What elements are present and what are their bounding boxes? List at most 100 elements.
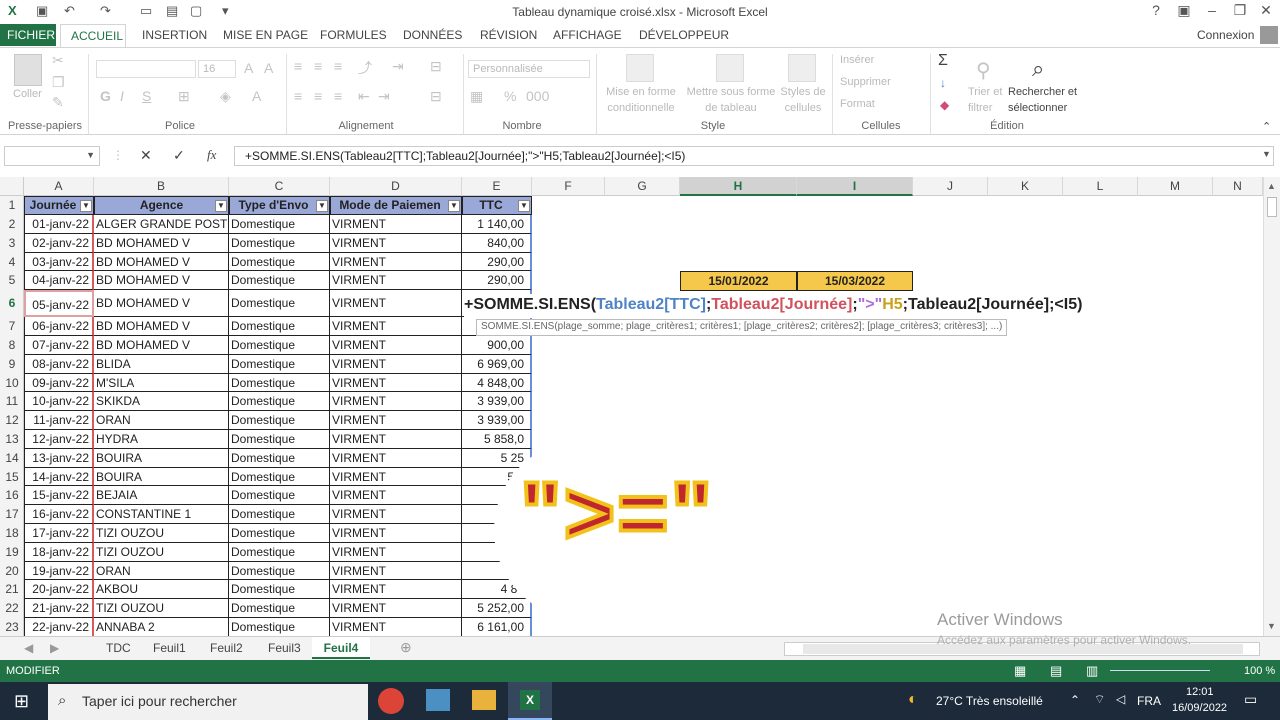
col-header-m[interactable]: M [1138,177,1213,196]
table-cell[interactable]: 08-janv-22 [24,354,94,374]
bold-icon[interactable]: G [100,88,111,104]
number-format-select[interactable]: Personnalisée [468,60,590,78]
help-icon[interactable]: ? [1144,2,1168,18]
orientation-icon[interactable]: ⤴ [358,58,372,78]
page-layout-icon[interactable]: ▤ [1050,663,1062,679]
excel-taskbar-icon[interactable]: X [520,690,540,710]
align-bottom-icon[interactable]: ≡ [334,58,342,74]
row-header[interactable]: 1 [0,198,24,212]
align-center-icon[interactable]: ≡ [314,88,322,104]
table-cell[interactable]: VIRMENT [330,561,462,581]
table-cell[interactable]: Domestique [229,430,330,449]
table-header-mode[interactable]: Mode de Paiemen ▼ [330,196,462,215]
table-cell[interactable]: VIRMENT [330,336,462,355]
table-cell[interactable]: BD MOHAMED V [94,336,229,355]
close-icon[interactable]: ✕ [1254,2,1278,19]
volume-icon[interactable]: ◁ [1116,692,1125,706]
row-header[interactable]: 11 [0,394,24,408]
tray-expand-icon[interactable]: ⌃ [1070,693,1080,707]
tab-fichier[interactable]: FICHIER [0,24,56,46]
row-header[interactable]: 20 [0,564,24,578]
align-left-icon[interactable]: ≡ [294,88,302,104]
table-cell[interactable]: 11-janv-22 [24,411,94,430]
weather-text[interactable]: 27°C Très ensoleillé [936,694,1043,708]
row-header[interactable]: 17 [0,507,24,521]
table-cell[interactable]: Domestique [229,580,330,600]
zoom-level[interactable]: 100 % [1244,665,1275,677]
table-cell[interactable]: 07-janv-22 [24,336,94,355]
tab-revision[interactable]: RÉVISION [480,28,537,42]
conditional-format-icon[interactable] [626,54,654,82]
clear-icon[interactable]: ◆ [940,98,949,112]
table-cell[interactable]: Domestique [229,252,330,272]
cell-styles-label-1[interactable]: Styles de [778,86,828,98]
filter-dropdown-icon[interactable]: ▼ [80,200,92,212]
page-break-icon[interactable]: ▥ [1086,663,1098,679]
table-cell[interactable]: 5 252,00 [462,599,532,618]
table-cell[interactable]: Domestique [229,524,330,543]
vertical-scrollbar[interactable]: ▲ ▼ [1263,177,1280,636]
table-cell[interactable]: Domestique [229,317,330,336]
table-cell[interactable]: Domestique [229,467,330,487]
sheet-tab-feuil1[interactable]: Feuil1 [153,641,186,655]
table-cell[interactable]: VIRMENT [330,467,462,487]
row-header[interactable]: 14 [0,451,24,465]
table-cell[interactable]: 05-janv-22 [24,290,94,318]
table-cell[interactable]: ORAN [94,411,229,430]
col-header-e[interactable]: E [462,177,532,196]
tab-accueil[interactable]: ACCUEIL [60,24,126,48]
insert-cells-button[interactable]: Insérer [840,54,874,66]
table-cell[interactable]: M'SILA [94,373,229,393]
table-cell[interactable]: 16-janv-22 [24,505,94,524]
language-indicator[interactable]: FRA [1137,694,1161,708]
table-cell[interactable]: VIRMENT [330,354,462,374]
criteria-cell-i5[interactable]: 15/03/2022 [797,271,913,291]
table-cell[interactable]: 15-janv-22 [24,486,94,506]
table-cell[interactable]: VIRMENT [330,542,462,562]
conditional-format-label-1[interactable]: Mise en forme [604,86,678,98]
grow-font-icon[interactable]: A [244,60,253,76]
row-header[interactable]: 5 [0,273,24,287]
row-header[interactable]: 16 [0,488,24,502]
table-cell[interactable]: TIZI OUZOU [94,542,229,562]
next-sheet-icon[interactable]: ▶ [50,641,59,655]
paste-icon[interactable] [14,54,42,86]
find-select-label-2[interactable]: sélectionner [1008,102,1067,114]
table-cell[interactable]: VIRMENT [330,448,462,468]
row-header[interactable]: 23 [0,620,24,634]
table-cell[interactable]: BD MOHAMED V [94,290,229,318]
align-right-icon[interactable]: ≡ [334,88,342,104]
app-icon[interactable] [426,689,450,711]
criteria-cell-h5[interactable]: 15/01/2022 [680,271,797,291]
sort-filter-icon[interactable]: ⚲ [976,58,991,83]
table-cell[interactable]: BD MOHAMED V [94,271,229,291]
scroll-thumb[interactable] [1267,197,1277,217]
table-header-ttc[interactable]: TTC ▼ [462,196,532,215]
col-header-a[interactable]: A [24,177,94,196]
row-header[interactable]: 7 [0,319,24,333]
table-cell[interactable]: Domestique [229,271,330,291]
scroll-up-icon[interactable]: ▲ [1267,181,1276,191]
table-cell[interactable]: Domestique [229,290,330,318]
table-cell[interactable]: 20-janv-22 [24,580,94,600]
table-cell[interactable]: 04-janv-22 [24,271,94,291]
row-header[interactable]: 4 [0,255,24,269]
minimize-icon[interactable]: – [1200,2,1224,18]
table-cell[interactable]: 17-janv-22 [24,524,94,543]
scroll-down-icon[interactable]: ▼ [1267,621,1276,631]
table-cell[interactable]: ORAN [94,561,229,581]
table-cell[interactable]: AKBOU [94,580,229,600]
clock-date[interactable]: 16/09/2022 [1172,702,1227,714]
table-header-journee[interactable]: Journée ▼ [24,196,94,215]
table-cell[interactable]: 09-janv-22 [24,373,94,393]
table-header-type[interactable]: Type d'Envo ▼ [229,196,330,215]
table-cell[interactable]: 10-janv-22 [24,392,94,412]
table-cell[interactable]: 4 848,00 [462,373,532,393]
col-header-l[interactable]: L [1063,177,1138,196]
row-header[interactable]: 6 [0,296,24,310]
table-cell[interactable]: Domestique [229,411,330,430]
normal-view-icon[interactable]: ▦ [1014,663,1026,679]
table-cell[interactable]: TIZI OUZOU [94,599,229,618]
col-header-i[interactable]: I [797,177,913,196]
conditional-format-label-2[interactable]: conditionnelle [604,102,678,114]
